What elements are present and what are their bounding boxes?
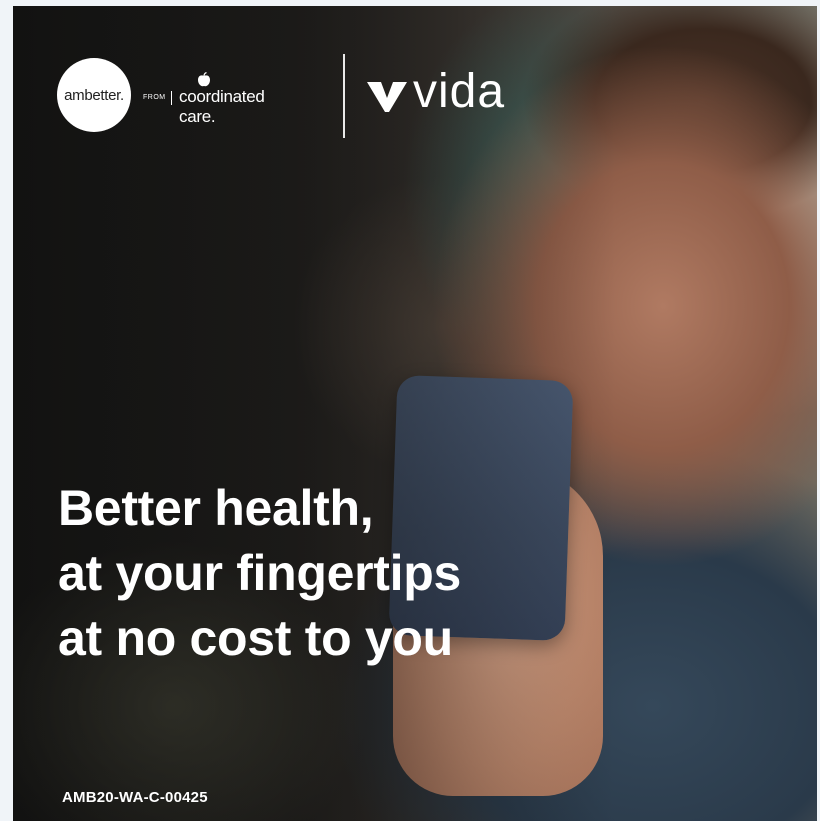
- document-code: AMB20-WA-C-00425: [62, 789, 208, 806]
- ambetter-logo-text: ambetter.: [64, 86, 124, 104]
- coordinated-care-logo-text: coordinated care.: [179, 87, 265, 126]
- headline-line-2: at your fingertips: [58, 545, 461, 601]
- headline-line-1: Better health,: [58, 480, 374, 536]
- vida-checkmark-icon: [367, 80, 407, 119]
- logo-divider: [343, 54, 345, 138]
- vida-logo-text: vida: [413, 65, 506, 118]
- headline-line-3: at no cost to you: [58, 610, 453, 666]
- photo-shade: [13, 6, 817, 821]
- promo-banner: ambetter. FROM coordinated care. vida Be…: [13, 6, 817, 821]
- ambetter-logo: ambetter.: [57, 58, 131, 132]
- headline: Better health, at your fingertips at no …: [58, 476, 461, 671]
- from-divider: [171, 91, 172, 105]
- from-label: FROM: [143, 94, 166, 101]
